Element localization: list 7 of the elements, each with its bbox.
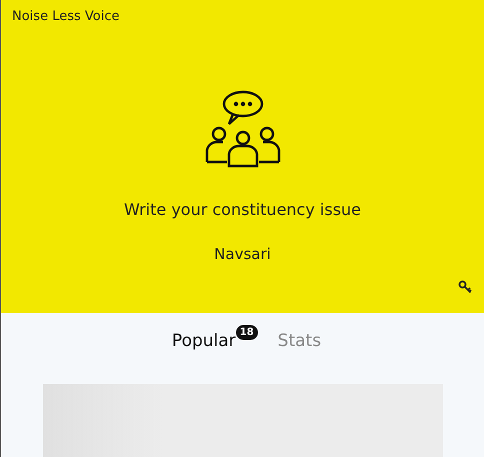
prompt-text: Write your constituency issue (124, 200, 362, 219)
people-chat-icon (204, 90, 280, 168)
count-badge: 18 (236, 325, 258, 340)
app-title: Noise Less Voice (12, 9, 120, 24)
constituency-name: Navsari (214, 245, 271, 263)
tab[interactable]: Popular (172, 331, 236, 351)
key-icon[interactable] (458, 280, 472, 294)
